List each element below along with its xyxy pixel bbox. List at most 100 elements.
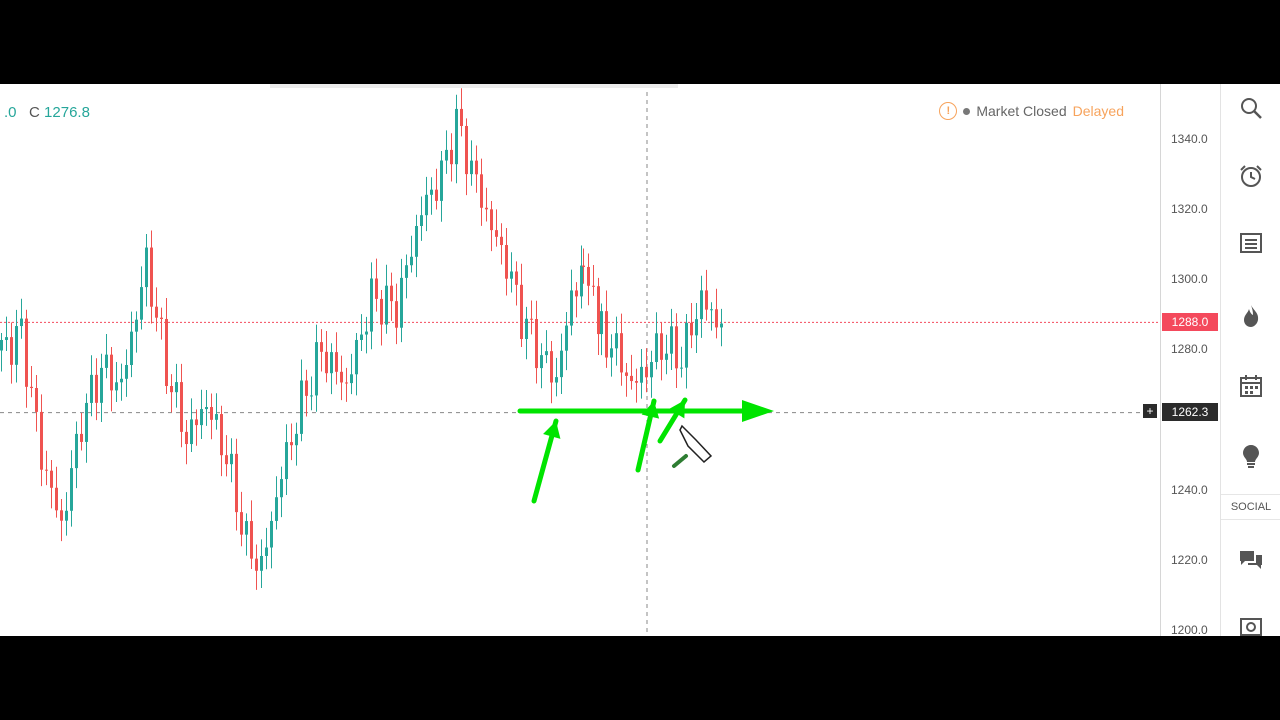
candle-body xyxy=(15,326,18,365)
crosshair-plus-icon[interactable]: + xyxy=(1143,404,1157,418)
price-axis[interactable]: 1340.0 1320.0 1300.0 1280.0 1240.0 1220.… xyxy=(1160,84,1221,636)
candle-body xyxy=(495,230,498,237)
close-label: C xyxy=(29,104,40,121)
price-tick: 1280.0 xyxy=(1171,342,1208,356)
candle-body xyxy=(30,386,33,389)
list-icon[interactable] xyxy=(1237,229,1265,257)
price-tick: 1320.0 xyxy=(1171,202,1208,216)
last-price-tag: 1288.0 xyxy=(1162,313,1218,331)
price-tick: 1240.0 xyxy=(1171,483,1208,497)
candle-body xyxy=(460,108,463,126)
ohlc-prefix: .0 xyxy=(4,104,17,121)
candle-body xyxy=(100,367,103,403)
warning-icon[interactable]: ! xyxy=(939,102,958,120)
candle-body xyxy=(455,108,458,165)
candle-body xyxy=(40,411,43,470)
candle-body xyxy=(370,278,373,332)
candle-body xyxy=(230,453,233,465)
candle-body xyxy=(35,388,38,412)
candle-body xyxy=(340,371,343,383)
candle-body xyxy=(10,337,13,365)
price-tick: 1220.0 xyxy=(1171,553,1208,567)
search-icon[interactable] xyxy=(1237,94,1265,122)
candle-body xyxy=(175,382,178,393)
candle-body xyxy=(185,431,188,445)
candle-body xyxy=(345,382,348,384)
candle-body xyxy=(620,333,623,373)
support-line-arrowhead xyxy=(742,400,774,422)
chat-icon[interactable] xyxy=(1237,546,1265,574)
candle-body xyxy=(265,547,268,556)
chart-pane[interactable]: .0 C 1276.8 ! Market Closed Delayed + xyxy=(0,84,1160,636)
candle-body xyxy=(535,318,538,369)
candle-body xyxy=(575,290,578,297)
candle-body xyxy=(592,285,595,287)
candle-body xyxy=(360,334,363,340)
candle-body xyxy=(165,318,168,387)
candle-body xyxy=(545,351,548,356)
right-toolbar: SOCIAL xyxy=(1220,84,1280,636)
candle-body xyxy=(480,174,483,208)
candle-body xyxy=(65,510,68,521)
candle-body xyxy=(510,271,513,279)
candle-body xyxy=(275,497,278,521)
candle-body xyxy=(155,306,158,318)
screenshot-icon[interactable] xyxy=(1237,612,1265,636)
candle-body xyxy=(325,351,328,374)
price-tick: 1300.0 xyxy=(1171,272,1208,286)
candle-body xyxy=(240,512,243,535)
candle-body xyxy=(600,311,603,335)
candlestick-chart[interactable] xyxy=(0,84,1160,636)
candle-body xyxy=(465,125,468,175)
candle-body xyxy=(295,433,298,446)
candle-body xyxy=(610,348,613,358)
candle-body xyxy=(105,354,108,368)
crosshair-price-tag: 1262.3 xyxy=(1162,403,1218,421)
candle-body xyxy=(405,265,408,278)
candle-body xyxy=(520,284,523,340)
ohlc-legend: .0 C 1276.8 xyxy=(4,104,90,121)
candle-body xyxy=(450,149,453,165)
candle-body xyxy=(475,160,478,175)
candle-body xyxy=(90,374,93,403)
candle-body xyxy=(385,285,388,325)
candle-body xyxy=(80,433,83,442)
candle-body xyxy=(550,351,553,383)
candle-body xyxy=(715,309,718,328)
market-closed-text: Market Closed xyxy=(976,103,1067,119)
candle-body xyxy=(205,407,208,410)
candle-body xyxy=(680,367,683,369)
candle-body xyxy=(685,322,688,368)
candle-body xyxy=(440,160,443,201)
candle-body xyxy=(490,209,493,231)
candle-body xyxy=(95,374,98,403)
candle-body xyxy=(160,317,163,319)
candle-body xyxy=(245,521,248,535)
candle-body xyxy=(430,189,433,195)
candle-body xyxy=(330,352,333,374)
price-tick: 1200.0 xyxy=(1171,623,1208,636)
lightbulb-icon[interactable] xyxy=(1237,442,1265,470)
alarm-clock-icon[interactable] xyxy=(1237,162,1265,190)
candle-body xyxy=(130,331,133,366)
candle-body xyxy=(515,271,518,285)
candle-body xyxy=(500,236,503,246)
candle-body xyxy=(580,265,583,297)
calendar-icon[interactable] xyxy=(1237,372,1265,400)
candle-body xyxy=(650,362,653,378)
chart-scroll-indicator xyxy=(270,84,678,88)
candle-body xyxy=(25,318,28,387)
candle-body xyxy=(420,215,423,226)
candle-body xyxy=(435,189,438,201)
candle-body xyxy=(415,225,418,257)
candle-body xyxy=(20,318,23,327)
candle-body xyxy=(640,366,643,383)
candle-body xyxy=(425,194,428,216)
candle-body xyxy=(705,290,708,310)
candle-body xyxy=(605,311,608,358)
fire-icon[interactable] xyxy=(1237,302,1265,330)
candle-body xyxy=(120,378,123,383)
candle-body xyxy=(110,354,113,391)
price-tick: 1340.0 xyxy=(1171,132,1208,146)
candle-body xyxy=(555,377,558,383)
